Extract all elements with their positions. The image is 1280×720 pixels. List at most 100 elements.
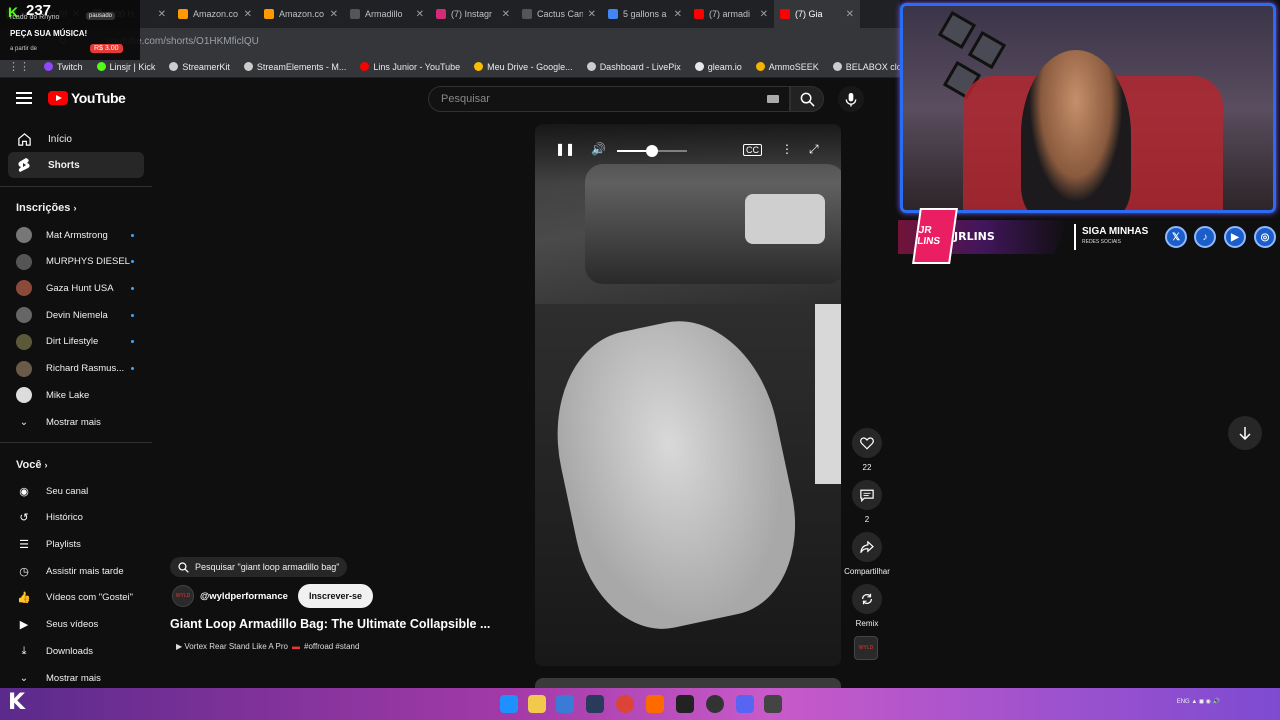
browser-tab[interactable]: Amazon.co ✕ [258, 0, 344, 28]
youtube-logo[interactable]: YouTube [48, 90, 126, 106]
more-options-icon[interactable]: ⋮ [781, 142, 793, 156]
obs-icon[interactable] [706, 695, 724, 713]
browser-tab[interactable]: (7) armadi ✕ [688, 0, 774, 28]
volume-knob[interactable] [646, 145, 658, 157]
subscription-item[interactable]: MURPHYS DIESEL [8, 250, 144, 274]
comments-button[interactable]: 2 [842, 480, 892, 524]
keyboard-icon[interactable] [767, 95, 779, 103]
bookmark-item[interactable]: Lins Junior - YouTube [360, 62, 460, 72]
bookmark-item[interactable]: gleam.io [694, 62, 742, 72]
pause-icon[interactable]: ❚❚ [555, 142, 575, 156]
tab-close-icon[interactable]: ✕ [674, 9, 682, 20]
search-button[interactable] [790, 86, 824, 112]
you-item[interactable]: ☰ Playlists [8, 532, 144, 556]
short-desc-text[interactable]: ▶ Vortex Rear Stand Like A Pro [176, 642, 288, 651]
hashtags[interactable]: #offroad #stand [304, 642, 359, 651]
file-explorer-icon[interactable] [528, 695, 546, 713]
channel-avatar [16, 387, 32, 404]
bookmark-item[interactable]: Dashboard - LivePix [586, 61, 681, 72]
user-icon: ◉ [19, 485, 29, 498]
sidebar-item-home[interactable]: Início [8, 126, 144, 152]
tab-close-icon[interactable]: ✕ [416, 9, 424, 20]
search-icon [178, 561, 189, 573]
tab-close-icon[interactable]: ✕ [846, 9, 854, 20]
next-short-preview[interactable] [535, 678, 841, 688]
show-more-you[interactable]: ⌄ Mostrar mais [8, 666, 144, 690]
fullscreen-icon[interactable]: ⤢ [809, 142, 819, 157]
channel-handle[interactable]: @wyldperformance [200, 591, 288, 602]
chrome-icon[interactable] [616, 695, 634, 713]
show-more-subscriptions[interactable]: ⌄ Mostrar mais [8, 410, 144, 434]
subscription-item[interactable]: Gaza Hunt USA [8, 276, 144, 300]
bookmark-item[interactable]: AmmoSEEK [755, 62, 819, 72]
windows-start-icon[interactable] [500, 695, 518, 713]
youtube-logo-text: YouTube [71, 90, 126, 106]
captions-icon[interactable]: CC [743, 144, 762, 156]
tab-close-icon[interactable]: ✕ [158, 9, 166, 20]
bookmark-item[interactable]: Twitch [44, 62, 83, 72]
subscribe-button[interactable]: Inscrever-se [297, 584, 373, 608]
volume-slider[interactable] [617, 145, 687, 157]
system-tray[interactable]: ENG ▲ ◼ ◉ 🔊 [1177, 698, 1220, 705]
subscriptions-heading[interactable]: Inscrições › [16, 202, 76, 214]
new-content-dot [131, 313, 134, 317]
browser-tab[interactable]: Cactus Can ✕ [516, 0, 602, 28]
you-item-label: Downloads [46, 645, 93, 657]
menu-icon[interactable] [16, 92, 32, 104]
edge-icon[interactable] [556, 695, 574, 713]
you-item[interactable]: ▶ Seus vídeos [8, 613, 144, 637]
tab-close-icon[interactable]: ✕ [588, 9, 596, 20]
tab-close-icon[interactable]: ✕ [760, 9, 768, 20]
you-item[interactable]: ⤓ Downloads [8, 639, 144, 663]
sidebar-item-shorts[interactable]: Shorts [8, 152, 144, 178]
discord-icon[interactable] [736, 695, 754, 713]
tab-close-icon[interactable]: ✕ [330, 9, 338, 20]
arrow-down-icon [1239, 427, 1251, 440]
subscription-item[interactable]: Dirt Lifestyle [8, 330, 144, 354]
you-heading[interactable]: Você › [16, 459, 48, 471]
volume-icon[interactable]: 🔊 [591, 142, 606, 156]
browser-tab[interactable]: Armadillo ✕ [344, 0, 430, 28]
bookmark-item[interactable]: StreamerKit [169, 62, 230, 72]
voice-search-button[interactable] [838, 86, 864, 112]
you-item[interactable]: ◷ Assistir mais tarde [8, 559, 144, 583]
tab-close-icon[interactable]: ✕ [244, 9, 252, 20]
subscription-item[interactable]: Mike Lake [8, 383, 144, 407]
subscription-item[interactable]: Mat Armstrong [8, 223, 144, 247]
you-item[interactable]: ↺ Histórico [8, 506, 144, 530]
short-title[interactable]: Giant Loop Armadillo Bag: The Ultimate C… [170, 617, 500, 631]
shorts-video-player[interactable]: ❚❚ 🔊 CC ⋮ ⤢ [535, 124, 841, 666]
browser-tab[interactable]: Amazon.co ✕ [172, 0, 258, 28]
new-content-dot [131, 233, 134, 237]
tab-label: Cactus Can [537, 9, 583, 19]
share-button[interactable]: Compartilhar [842, 532, 892, 576]
bookmark-icon [169, 62, 179, 71]
browser-tab[interactable]: (7) Gia ✕ [774, 0, 860, 28]
windows-taskbar: K ENG ▲ ◼ ◉ 🔊 [0, 688, 1280, 720]
bookmark-item[interactable]: StreamElements - M... [243, 62, 346, 72]
subscription-item[interactable]: Richard Rasmus... [8, 357, 144, 381]
bookmark-item[interactable]: Linsjr | Kick [96, 62, 155, 72]
related-search-chip[interactable]: Pesquisar "giant loop armadillo bag" [170, 557, 348, 577]
steam-icon[interactable] [586, 695, 604, 713]
remix-button[interactable]: Remix [842, 584, 892, 628]
apps-grid-icon[interactable]: ⋮⋮ [8, 60, 30, 73]
app-icon[interactable] [646, 695, 664, 713]
like-button[interactable]: 22 [842, 428, 892, 472]
browser-tab[interactable]: (7) Instagr ✕ [430, 0, 516, 28]
subscription-item[interactable]: Devin Niemela [8, 303, 144, 327]
terminal-icon[interactable] [676, 695, 694, 713]
sound-thumbnail[interactable]: WYLD [854, 636, 878, 660]
search-input[interactable] [429, 87, 749, 111]
you-item[interactable]: ◉ Seu canal [8, 479, 144, 503]
channel-avatar[interactable]: WYLD [172, 585, 194, 607]
you-item[interactable]: 👍 Vídeos com "Gostei" [8, 586, 144, 610]
screen: rcado do Rhyno✕(600 H✕Amazon.co✕Amazon.c… [0, 0, 1280, 720]
tab-close-icon[interactable]: ✕ [502, 9, 510, 20]
calculator-icon[interactable] [764, 695, 782, 713]
next-short-button[interactable] [1228, 416, 1262, 450]
new-content-dot [131, 367, 134, 370]
bookmark-item[interactable]: Meu Drive - Google... [474, 62, 573, 72]
browser-tab[interactable]: 5 gallons a ✕ [602, 0, 688, 28]
bookmark-label: Dashboard - LivePix [599, 61, 681, 72]
